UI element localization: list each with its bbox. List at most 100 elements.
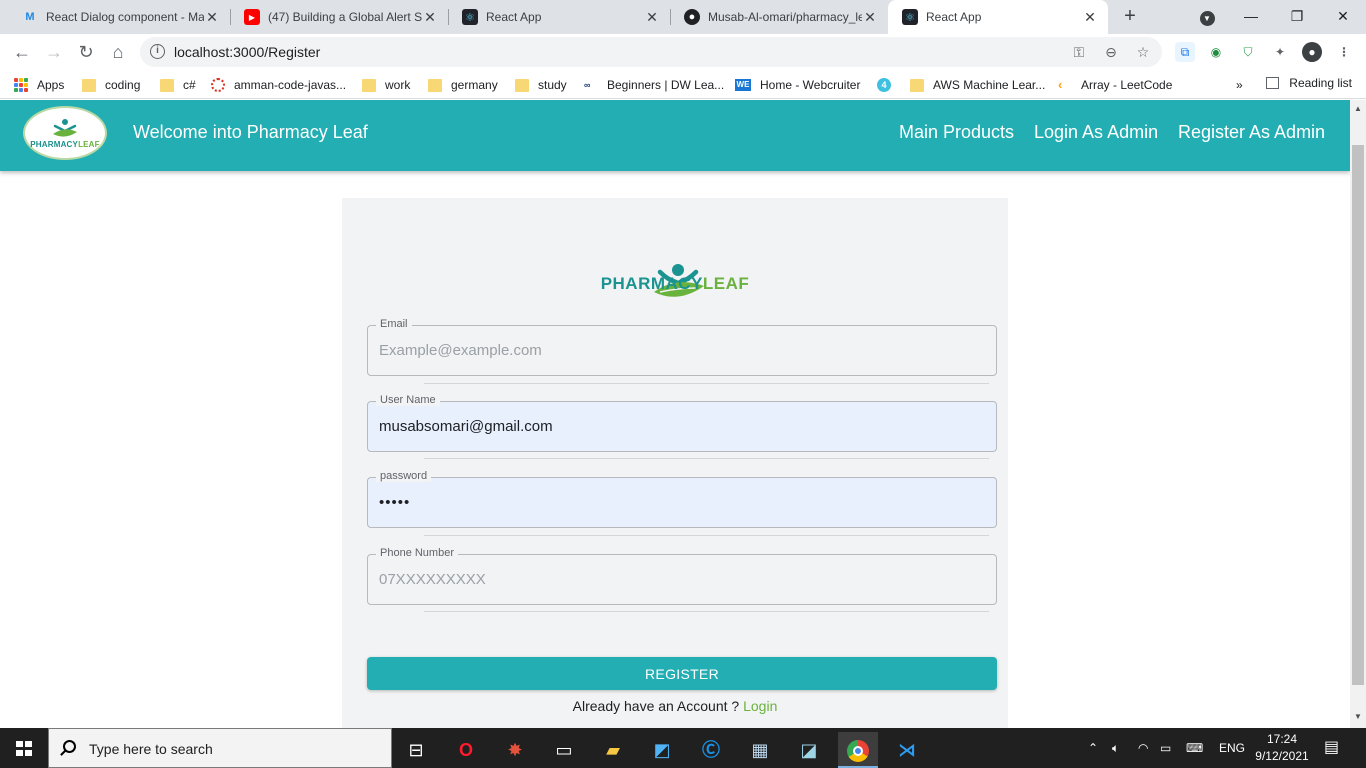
notes-icon[interactable]: ◪: [789, 732, 829, 768]
back-button[interactable]: ←: [8, 38, 36, 66]
bookmark-link[interactable]: WE Home - Webcruiter: [735, 76, 860, 94]
language-indicator[interactable]: ENG: [1219, 728, 1245, 768]
username-field[interactable]: User Name: [367, 394, 997, 452]
scroll-down-icon[interactable]: ▼: [1353, 712, 1363, 721]
forward-button[interactable]: →: [40, 38, 68, 66]
tab-search-button[interactable]: ▼: [1184, 0, 1230, 34]
already-have-account: Already have an Account ? Login: [342, 698, 1008, 714]
email-field[interactable]: Email: [367, 318, 997, 376]
nav-login-as-admin[interactable]: Login As Admin: [1034, 122, 1158, 143]
scrollbar-thumb[interactable]: [1352, 145, 1364, 685]
username-input[interactable]: [379, 402, 984, 451]
browser-toolbar: ← → ↻ ⌂ i localhost:3000/Register ⚿ ⊖ ☆ …: [0, 34, 1366, 70]
register-button[interactable]: REGISTER: [367, 657, 997, 690]
nav-register-as-admin[interactable]: Register As Admin: [1178, 122, 1325, 143]
file-explorer-icon[interactable]: ▰: [593, 732, 633, 768]
bookmark-apps[interactable]: Apps: [14, 76, 64, 94]
youtube-icon: ▶: [244, 9, 260, 25]
bookmark-folder[interactable]: AWS Machine Lear...: [910, 76, 1045, 94]
bookmark-link[interactable]: ∞ Beginners | DW Lea...: [584, 76, 724, 94]
bookmark-label: Beginners | DW Lea...: [607, 78, 725, 92]
extension-globe-icon[interactable]: ◉: [1206, 42, 1226, 62]
chrome-icon: [847, 740, 869, 763]
keyboard-icon[interactable]: ⌨: [1186, 728, 1203, 768]
scroll-up-icon[interactable]: ▲: [1353, 104, 1363, 113]
bookmark-star-icon[interactable]: ☆: [1134, 43, 1152, 61]
url-text[interactable]: localhost:3000/Register: [174, 44, 320, 60]
login-link[interactable]: Login: [743, 698, 777, 714]
start-button[interactable]: [0, 728, 48, 768]
bookmark-folder[interactable]: coding: [82, 76, 140, 94]
zoom-icon[interactable]: ⊖: [1102, 43, 1120, 61]
bookmark-link[interactable]: 4: [877, 76, 900, 94]
app-c-icon[interactable]: Ⓒ: [691, 732, 731, 768]
reading-list-button[interactable]: Reading list: [1266, 76, 1352, 90]
nav-main-products[interactable]: Main Products: [899, 122, 1014, 143]
menu-kebab-icon[interactable]: ⋮: [1334, 42, 1354, 62]
password-input[interactable]: [379, 478, 984, 527]
browser-tab[interactable]: ▶ (47) Building a Global Alert Sy ✕: [230, 0, 448, 34]
password-field[interactable]: password: [367, 470, 997, 528]
bookmark-folder[interactable]: germany: [428, 76, 498, 94]
phone-field[interactable]: Phone Number: [367, 547, 997, 605]
close-tab-icon[interactable]: ✕: [204, 9, 220, 26]
chrome-taskbar-icon[interactable]: [838, 732, 878, 768]
close-tab-icon[interactable]: ✕: [422, 9, 438, 26]
minimize-button[interactable]: —: [1228, 0, 1274, 34]
browser-tab[interactable]: ⚛ React App ✕: [448, 0, 670, 34]
close-tab-icon[interactable]: ✕: [1082, 9, 1098, 26]
battery-icon[interactable]: ▭: [1160, 728, 1171, 768]
arrow-left-icon: ←: [13, 42, 31, 62]
browser-tab-active[interactable]: ⚛ React App ✕: [888, 0, 1108, 34]
bookmark-folder[interactable]: c#: [160, 76, 196, 94]
extensions-puzzle-icon[interactable]: ✦: [1270, 42, 1290, 62]
vscode-icon[interactable]: ⋊: [887, 732, 927, 768]
bookmark-folder[interactable]: work: [362, 76, 410, 94]
page-viewport: PHARMACYLEAF Welcome into Pharmacy Leaf …: [0, 100, 1350, 728]
notifications-icon[interactable]: ▤: [1324, 728, 1339, 768]
opera-icon[interactable]: O: [446, 732, 486, 768]
bookmark-label: c#: [183, 78, 196, 92]
app-icon[interactable]: ✸: [495, 732, 535, 768]
wifi-icon[interactable]: ◠: [1138, 728, 1148, 768]
browser-tab-strip: M React Dialog component - Ma ✕ ▶ (47) B…: [0, 0, 1366, 34]
taskbar-clock[interactable]: 17:24 9/12/2021: [1254, 731, 1310, 765]
volume-icon[interactable]: 🔈︎: [1112, 728, 1119, 768]
bookmark-link[interactable]: amman-code-javas...: [211, 76, 346, 94]
home-button[interactable]: ⌂: [104, 38, 132, 66]
terminal-icon[interactable]: ▭: [544, 732, 584, 768]
apps-grid-icon: [14, 78, 28, 92]
close-tab-icon[interactable]: ✕: [862, 9, 878, 26]
task-manager-icon[interactable]: ▦: [740, 732, 780, 768]
already-text: Already have an Account ?: [572, 698, 744, 714]
remote-desktop-icon[interactable]: ◩: [642, 732, 682, 768]
show-hidden-icons[interactable]: ⌃: [1088, 728, 1098, 768]
email-input[interactable]: [379, 326, 984, 375]
task-view-icon[interactable]: ⊟: [396, 732, 436, 768]
profile-avatar[interactable]: ●: [1302, 42, 1322, 62]
page-scrollbar[interactable]: ▲ ▼: [1350, 100, 1366, 728]
clock-time: 17:24: [1266, 732, 1298, 746]
browser-tab[interactable]: ● Musab-Al-omari/pharmacy_le ✕: [670, 0, 888, 34]
bookmark-folder[interactable]: study: [515, 76, 567, 94]
more-bookmarks-button[interactable]: »: [1236, 76, 1243, 94]
header-logo[interactable]: PHARMACYLEAF: [23, 106, 107, 160]
browser-tab[interactable]: M React Dialog component - Ma ✕: [8, 0, 230, 34]
reading-list-label: Reading list: [1289, 76, 1352, 90]
new-tab-button[interactable]: +: [1118, 4, 1142, 28]
restore-button[interactable]: ❐: [1274, 0, 1320, 34]
arrow-right-icon: →: [45, 42, 63, 62]
taskbar-search[interactable]: Type here to search: [48, 728, 392, 768]
site-info-icon[interactable]: i: [150, 44, 165, 59]
extension-shield-icon[interactable]: ⛉: [1238, 42, 1258, 62]
key-icon[interactable]: ⚿: [1070, 43, 1088, 61]
address-bar[interactable]: i localhost:3000/Register ⚿ ⊖ ☆: [140, 37, 1162, 67]
close-tab-icon[interactable]: ✕: [644, 9, 660, 26]
close-window-button[interactable]: ✕: [1320, 0, 1366, 34]
reload-button[interactable]: ↻: [72, 38, 100, 66]
phone-input[interactable]: [379, 555, 984, 604]
four-icon: 4: [877, 78, 891, 92]
extension-translate-icon[interactable]: ⧉: [1175, 42, 1195, 62]
home-icon: ⌂: [112, 42, 124, 62]
bookmark-link[interactable]: ‹ Array - LeetCode: [1058, 76, 1172, 94]
